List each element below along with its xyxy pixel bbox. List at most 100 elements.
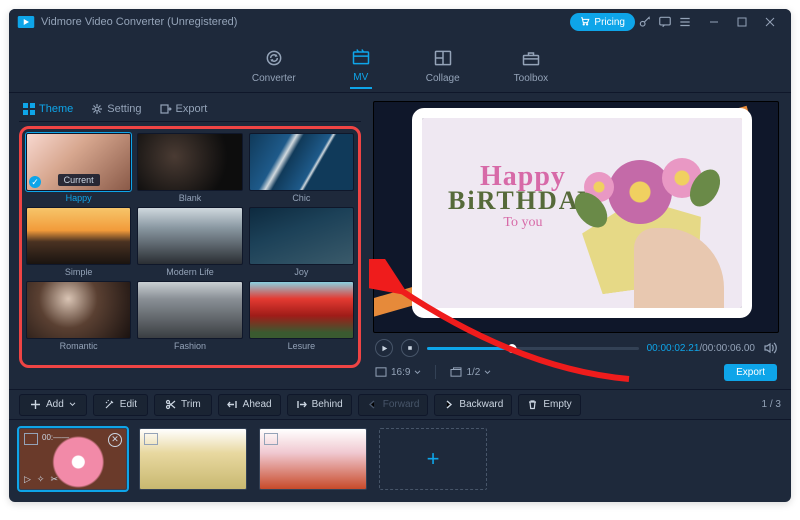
image-placeholder-icon (144, 433, 158, 445)
theme-joy[interactable]: Joy (249, 207, 354, 277)
plus-icon: + (427, 446, 440, 472)
export-button[interactable]: Export (724, 364, 777, 381)
theme-panel: Theme Setting Export Current ✓ (9, 93, 369, 389)
add-clip-button[interactable]: + (379, 428, 487, 490)
behind-icon (296, 399, 307, 410)
theme-label: Chic (292, 193, 310, 203)
wand-icon[interactable]: ✧ (37, 474, 45, 485)
theme-grid: Current ✓ Happy Blank Chic (26, 133, 354, 351)
mode-label: Converter (252, 73, 296, 84)
plus-icon (30, 399, 41, 410)
scissors-icon (165, 399, 176, 410)
current-tag: Current (58, 174, 100, 186)
theme-label: Joy (294, 267, 308, 277)
page-indicator[interactable]: 1/2 (450, 367, 491, 378)
mode-converter[interactable]: Converter (252, 47, 296, 88)
page-label: 1/2 (466, 367, 480, 378)
aspect-label: 16:9 (391, 367, 410, 378)
tool-label: Ahead (243, 399, 272, 410)
preview-row2: 16:9 1/2 Export (373, 359, 779, 385)
mode-label: Toolbox (514, 73, 548, 84)
scissors-icon[interactable]: ✂ (50, 474, 58, 485)
minimize-button[interactable] (701, 13, 727, 31)
theme-blank[interactable]: Blank (137, 133, 242, 203)
theme-lesure[interactable]: Lesure (249, 281, 354, 351)
close-button[interactable] (757, 13, 783, 31)
subtab-setting[interactable]: Setting (91, 103, 141, 115)
tool-label: Forward (383, 399, 420, 410)
toolbox-icon (520, 47, 542, 69)
converter-icon (263, 47, 285, 69)
tools-row: Add Edit Trim Ahead Behind Forward Backw… (9, 389, 791, 419)
preview-controls: 00:00:02.21/00:00:06.00 (373, 337, 779, 359)
add-button[interactable]: Add (19, 394, 87, 416)
pricing-button[interactable]: Pricing (570, 13, 635, 31)
mode-label: MV (353, 72, 368, 83)
subtab-export[interactable]: Export (160, 103, 208, 115)
theme-label: Simple (65, 267, 93, 277)
maximize-button[interactable] (729, 13, 755, 31)
clip-3[interactable] (259, 428, 367, 490)
mode-toolbox[interactable]: Toolbox (514, 47, 548, 88)
mode-collage[interactable]: Collage (426, 47, 460, 88)
theme-fashion[interactable]: Fashion (137, 281, 242, 351)
theme-label: Lesure (288, 341, 316, 351)
edit-button[interactable]: Edit (93, 394, 148, 416)
ahead-button[interactable]: Ahead (218, 394, 281, 416)
image-placeholder-icon (264, 433, 278, 445)
tool-label: Edit (120, 399, 137, 410)
theme-highlight-box: Current ✓ Happy Blank Chic (19, 126, 361, 368)
key-icon[interactable] (635, 12, 655, 32)
bouquet-illustration (544, 128, 724, 308)
remove-clip-button[interactable]: ✕ (108, 433, 122, 447)
tape-decoration (373, 284, 427, 318)
subtabs: Theme Setting Export (19, 97, 361, 122)
forward-icon (367, 399, 378, 410)
backward-button[interactable]: Backward (434, 394, 512, 416)
time-total: /00:00:06.00 (699, 343, 755, 354)
theme-label: Blank (179, 193, 202, 203)
play-button[interactable] (375, 339, 393, 357)
theme-simple[interactable]: Simple (26, 207, 131, 277)
collage-icon (432, 47, 454, 69)
tool-label: Behind (312, 399, 343, 410)
subtab-label: Setting (107, 103, 141, 115)
theme-happy[interactable]: Current ✓ Happy (26, 133, 131, 203)
theme-label: Romantic (60, 341, 98, 351)
aspect-ratio-button[interactable]: 16:9 (375, 367, 421, 378)
theme-romantic[interactable]: Romantic (26, 281, 131, 351)
mv-icon (350, 46, 372, 68)
forward-button[interactable]: Forward (358, 394, 429, 416)
trash-icon (527, 399, 538, 410)
theme-chic[interactable]: Chic (249, 133, 354, 203)
title-bar: Vidmore Video Converter (Unregistered) P… (9, 9, 791, 35)
theme-label: Happy (66, 193, 92, 203)
mode-mv[interactable]: MV (350, 46, 372, 89)
tool-label: Backward (459, 399, 503, 410)
gear-icon (91, 103, 103, 115)
preview-card: Happy BiRTHDAY To you (422, 118, 742, 308)
timeline: 00:—— ✕ ▷ ✧ ✂ + (9, 419, 791, 497)
subtab-label: Theme (39, 103, 73, 115)
clip-2[interactable] (139, 428, 247, 490)
volume-icon[interactable] (763, 341, 777, 355)
time-current: 00:00:02.21 (647, 343, 700, 354)
trim-button[interactable]: Trim (154, 394, 212, 416)
export-icon (160, 103, 172, 115)
feedback-icon[interactable] (655, 12, 675, 32)
empty-button[interactable]: Empty (518, 394, 580, 416)
check-icon: ✓ (29, 176, 41, 188)
clip-1[interactable]: 00:—— ✕ ▷ ✧ ✂ (19, 428, 127, 490)
pricing-label: Pricing (594, 17, 625, 28)
play-icon[interactable]: ▷ (24, 474, 31, 485)
clip-time: 00:—— (42, 433, 69, 442)
page-count: 1 / 3 (762, 399, 781, 410)
menu-icon[interactable] (675, 12, 695, 32)
behind-button[interactable]: Behind (287, 394, 352, 416)
stop-button[interactable] (401, 339, 419, 357)
preview-area[interactable]: Happy BiRTHDAY To you (373, 101, 779, 333)
subtab-theme[interactable]: Theme (23, 103, 73, 115)
theme-modern-life[interactable]: Modern Life (137, 207, 242, 277)
mode-label: Collage (426, 73, 460, 84)
progress-slider[interactable] (427, 347, 639, 350)
